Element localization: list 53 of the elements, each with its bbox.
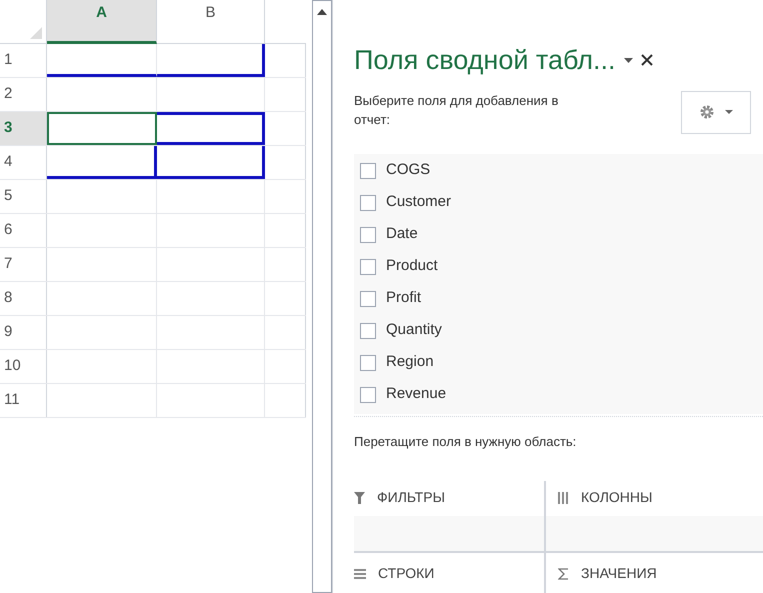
field-label[interactable]: Region [386,351,434,374]
row-header[interactable]: 2 [0,78,47,111]
checkbox[interactable] [360,258,376,274]
gear-icon [699,104,715,120]
scroll-up-icon[interactable] [317,9,327,15]
close-icon[interactable] [640,54,653,66]
select-all-icon[interactable] [30,27,42,39]
filter-icon [354,492,365,504]
table-cell[interactable] [157,44,265,77]
scrollbar[interactable] [312,0,332,593]
columns-icon [558,492,569,504]
checkbox[interactable] [360,162,376,178]
row-header[interactable]: 6 [0,214,47,247]
area-label: ЗНАЧЕНИЯ [581,564,657,583]
field-label[interactable]: Revenue [386,383,446,406]
row-header[interactable]: 5 [0,180,47,213]
row-header[interactable]: 9 [0,316,47,349]
caret-icon [725,110,733,114]
row-header[interactable]: 3 [0,112,47,145]
field-label[interactable]: Customer [386,191,452,214]
table-cell[interactable] [157,112,265,145]
checkbox[interactable] [360,322,376,338]
rows-icon [354,568,366,578]
field-label[interactable]: COGS [386,159,430,182]
field-label[interactable]: Product [386,255,438,278]
column-header[interactable]: A [47,0,157,44]
table-cell[interactable] [47,112,157,145]
field-label[interactable]: Quantity [386,319,442,342]
checkbox[interactable] [360,386,376,402]
checkbox[interactable] [360,194,376,210]
column-header[interactable]: B [157,0,265,44]
drag-hint: Перетащите поля в нужную область: [354,432,578,451]
area-label: КОЛОННЫ [581,488,652,507]
row-header[interactable]: 10 [0,350,47,383]
field-label[interactable]: Date [386,223,418,246]
panel-title: Поля сводной табл... [354,44,616,77]
checkbox[interactable] [360,226,376,242]
row-header[interactable]: 4 [0,146,47,179]
sigma-icon [558,568,569,580]
table-cell[interactable] [157,146,265,179]
area-label: СТРОКИ [378,564,434,583]
checkbox[interactable] [360,354,376,370]
row-header[interactable]: 7 [0,248,47,281]
field-label[interactable]: Profit [386,287,422,310]
area-label: ФИЛЬТРЫ [377,488,445,507]
row-header[interactable]: 1 [0,44,47,77]
checkbox[interactable] [360,290,376,306]
table-cell[interactable] [47,146,157,179]
row-header[interactable]: 11 [0,384,47,417]
settings-button[interactable] [681,90,751,134]
prompt-text: Выберите поля для добавления в отчет: [354,92,560,128]
row-header[interactable]: 8 [0,282,47,315]
dropdown-icon[interactable] [624,58,633,63]
